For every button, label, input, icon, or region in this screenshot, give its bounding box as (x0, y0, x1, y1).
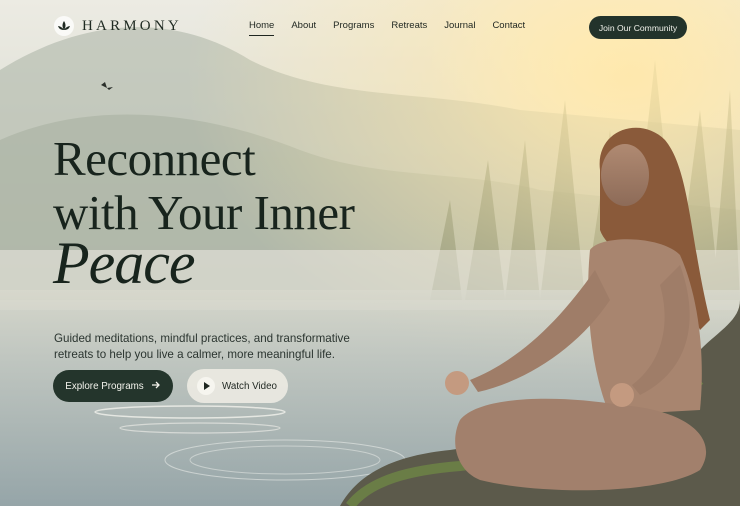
hero-section: HARMONY Home About Programs Retreats Jou… (0, 0, 740, 506)
hero-title-line-1: Reconnect (53, 131, 256, 186)
main-nav: Home About Programs Retreats Journal Con… (249, 20, 525, 36)
join-community-button[interactable]: Join Our Community (589, 16, 687, 39)
nav-item-retreats[interactable]: Retreats (391, 20, 427, 36)
nav-item-programs[interactable]: Programs (333, 20, 374, 36)
watch-video-label: Watch Video (222, 380, 278, 392)
nav-item-contact[interactable]: Contact (492, 20, 525, 36)
nav-item-home[interactable]: Home (249, 20, 275, 36)
explore-programs-label: Explore Programs (65, 380, 144, 392)
explore-programs-button[interactable]: Explore Programs (53, 370, 173, 402)
play-icon (197, 377, 215, 395)
hero-subtitle: Guided meditations, mindful practices, a… (54, 331, 350, 361)
brand-logo[interactable]: HARMONY (54, 16, 182, 36)
watch-video-button[interactable]: Watch Video (187, 369, 288, 403)
arrow-right-icon (151, 381, 161, 392)
hero-title-line-3: Peace (53, 230, 196, 296)
nav-item-about[interactable]: About (291, 20, 316, 36)
nav-item-journal[interactable]: Journal (444, 20, 475, 36)
brand-name: HARMONY (82, 17, 182, 34)
lotus-icon (54, 16, 74, 36)
